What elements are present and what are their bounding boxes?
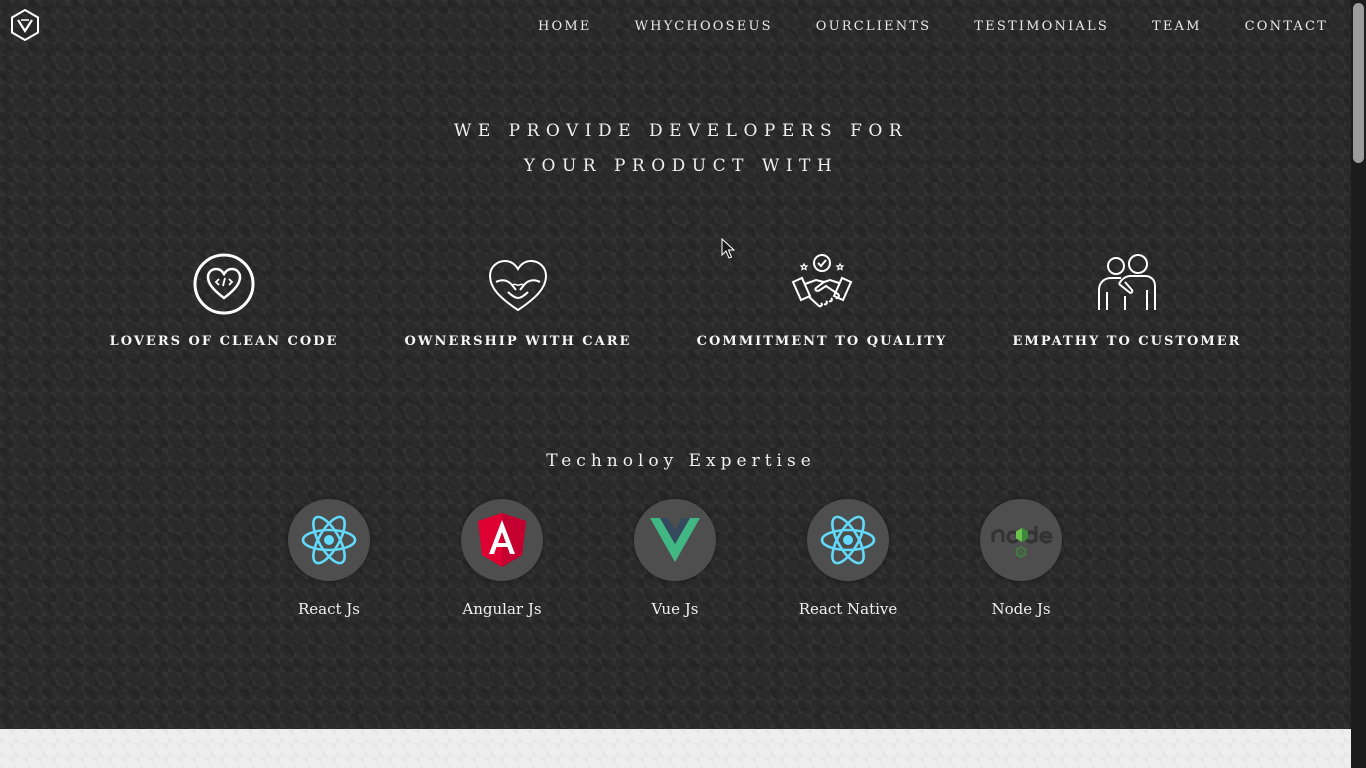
feature-label: OWNERSHIP WITH CARE [404,334,632,349]
tech-vue-js[interactable]: Vue Js [615,499,735,618]
mouse-cursor-icon [721,238,735,259]
hero-line-1: WE PROVIDE DEVELOPERS FOR [453,121,909,141]
feature-quality: COMMITMENT TO QUALITY [692,252,952,349]
react-icon [820,515,876,565]
nav-contact-link[interactable]: CONTACT [1245,19,1328,34]
page-scrollbar[interactable] [1351,0,1366,768]
feature-ownership: OWNERSHIP WITH CARE [388,252,648,349]
heart-code-icon [193,253,255,315]
page: HOME WHYCHOOSEUS OURCLIENTS TESTIMONIALS… [0,0,1351,768]
tech-label: Vue Js [651,600,699,618]
tech-label: React Native [798,600,898,618]
tech-node-js[interactable]: JS Node Js [961,499,1081,618]
tech-react-js[interactable]: React Js [269,499,389,618]
handshake-icon [791,254,853,308]
feature-label: EMPATHY TO CUSTOMER [1012,334,1242,349]
feature-empathy: EMPATHY TO CUSTOMER [997,252,1257,349]
svg-text:JS: JS [1017,550,1024,557]
heart-hug-icon [488,259,548,312]
hero-heading: WE PROVIDE DEVELOPERS FOR YOUR PRODUCT W… [0,114,1362,184]
tech-badge [634,499,716,581]
nav-home-link[interactable]: HOME [538,19,592,34]
scrollbar-thumb[interactable] [1353,3,1364,163]
brand-logo-icon[interactable] [9,9,41,41]
tech-react-native[interactable]: React Native [788,499,908,618]
tech-badge [807,499,889,581]
nav-why-choose-us-link[interactable]: WHYCHOOSEUS [635,19,773,34]
node-icon: JS [991,526,1053,558]
tech-badge [461,499,543,581]
tech-section-title: Technoloy Expertise [546,451,816,471]
next-section [0,729,1351,768]
people-hug-icon [1098,254,1156,310]
feature-label: LOVERS OF CLEAN CODE [109,334,339,349]
tech-angular-js[interactable]: Angular Js [442,499,562,618]
nav-our-clients-link[interactable]: OURCLIENTS [816,19,932,34]
react-icon [301,515,357,565]
tech-badge [288,499,370,581]
feature-clean-code: LOVERS OF CLEAN CODE [94,252,354,349]
nav-team-link[interactable]: TEAM [1152,19,1202,34]
feature-label: COMMITMENT TO QUALITY [696,334,948,349]
tech-label: Angular Js [462,600,542,618]
tech-label: Node Js [991,600,1051,618]
tech-badge: JS [980,499,1062,581]
nav-testimonials-link[interactable]: TESTIMONIALS [974,19,1109,34]
tech-label: React Js [297,600,361,618]
vue-icon [650,518,700,562]
main-nav: HOME WHYCHOOSEUS OURCLIENTS TESTIMONIALS… [538,19,1328,34]
angular-icon [478,513,526,567]
hero-line-2: YOUR PRODUCT WITH [523,156,839,176]
